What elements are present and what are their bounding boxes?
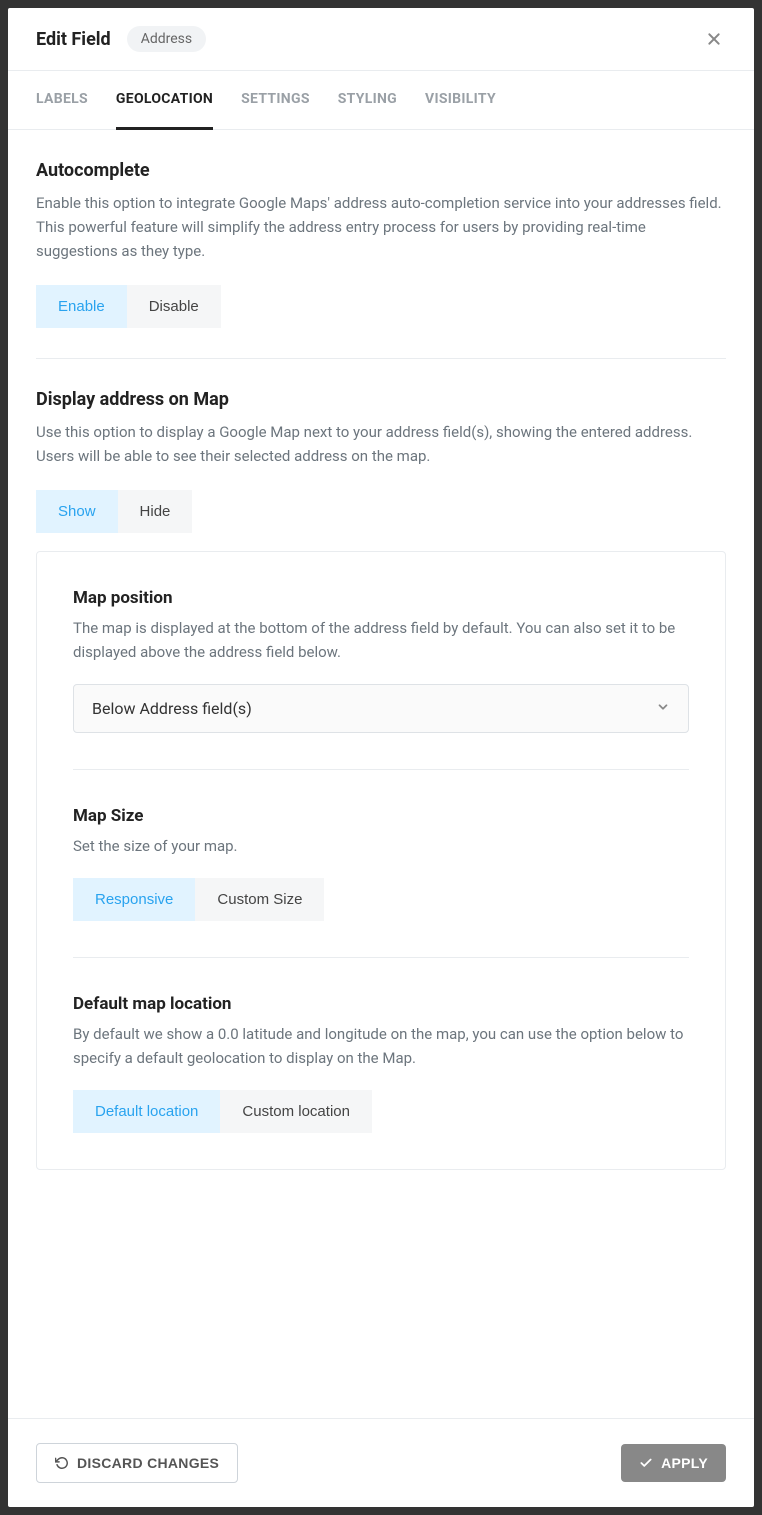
tab-settings[interactable]: SETTINGS bbox=[241, 71, 310, 129]
display-map-hide-button[interactable]: Hide bbox=[118, 490, 193, 533]
map-size-section: Map Size Set the size of your map. Respo… bbox=[73, 770, 689, 958]
map-position-select[interactable]: Below Address field(s) bbox=[73, 684, 689, 733]
sections.mapSize.desc: Set the size of your map. bbox=[73, 834, 689, 858]
tab-labels[interactable]: LABELS bbox=[36, 71, 88, 129]
modal-footer: DISCARD CHANGES APPLY bbox=[8, 1418, 754, 1507]
default-location-desc: By default we show a 0.0 latitude and lo… bbox=[73, 1022, 689, 1070]
discard-changes-button[interactable]: DISCARD CHANGES bbox=[36, 1443, 238, 1483]
default-location-custom-button[interactable]: Custom location bbox=[220, 1090, 372, 1133]
default-location-default-button[interactable]: Default location bbox=[73, 1090, 220, 1133]
autocomplete-section: Autocomplete Enable this option to integ… bbox=[36, 160, 726, 359]
autocomplete-title: Autocomplete bbox=[36, 160, 726, 181]
field-type-badge: Address bbox=[127, 26, 206, 52]
close-icon bbox=[706, 31, 722, 47]
default-location-title: Default map location bbox=[73, 994, 689, 1014]
display-map-title: Display address on Map bbox=[36, 389, 726, 410]
display-map-section: Display address on Map Use this option t… bbox=[36, 389, 726, 551]
map-position-title: Map position bbox=[73, 588, 689, 608]
tab-visibility[interactable]: VISIBILITY bbox=[425, 71, 496, 129]
map-position-section: Map position The map is displayed at the… bbox=[73, 552, 689, 770]
map-size-custom-button[interactable]: Custom Size bbox=[195, 878, 324, 921]
modal-content: Autocomplete Enable this option to integ… bbox=[8, 130, 754, 1418]
edit-field-modal: Edit Field Address LABELS GEOLOCATION SE… bbox=[8, 8, 754, 1507]
tab-styling[interactable]: STYLING bbox=[338, 71, 397, 129]
map-settings-card: Map position The map is displayed at the… bbox=[36, 551, 726, 1170]
apply-button[interactable]: APPLY bbox=[621, 1444, 726, 1482]
tab-geolocation[interactable]: GEOLOCATION bbox=[116, 71, 213, 130]
display-map-show-button[interactable]: Show bbox=[36, 490, 118, 533]
default-location-section: Default map location By default we show … bbox=[73, 958, 689, 1169]
modal-header: Edit Field Address bbox=[8, 8, 754, 71]
default-location-toggle: Default location Custom location bbox=[73, 1090, 372, 1133]
map-size-title: Map Size bbox=[73, 806, 689, 826]
display-map-desc: Use this option to display a Google Map … bbox=[36, 420, 726, 468]
map-position-desc: The map is displayed at the bottom of th… bbox=[73, 616, 689, 664]
chevron-down-icon bbox=[656, 699, 670, 718]
autocomplete-toggle: Enable Disable bbox=[36, 285, 221, 328]
undo-icon bbox=[55, 1456, 69, 1470]
tab-bar: LABELS GEOLOCATION SETTINGS STYLING VISI… bbox=[8, 71, 754, 130]
apply-label: APPLY bbox=[661, 1455, 708, 1471]
map-position-value: Below Address field(s) bbox=[92, 699, 252, 718]
modal-title: Edit Field bbox=[36, 29, 111, 50]
map-size-toggle: Responsive Custom Size bbox=[73, 878, 324, 921]
autocomplete-disable-button[interactable]: Disable bbox=[127, 285, 221, 328]
map-size-responsive-button[interactable]: Responsive bbox=[73, 878, 195, 921]
autocomplete-desc: Enable this option to integrate Google M… bbox=[36, 191, 726, 263]
autocomplete-enable-button[interactable]: Enable bbox=[36, 285, 127, 328]
display-map-toggle: Show Hide bbox=[36, 490, 192, 533]
check-icon bbox=[639, 1456, 653, 1470]
discard-label: DISCARD CHANGES bbox=[77, 1455, 219, 1471]
close-button[interactable] bbox=[702, 27, 726, 51]
